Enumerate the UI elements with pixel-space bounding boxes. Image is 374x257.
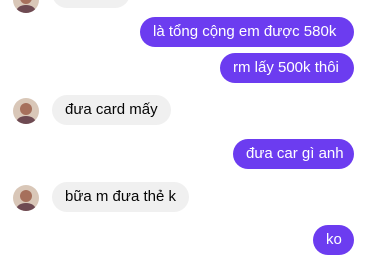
message-bubble-incoming[interactable]: bữa m đưa thẻ k xyxy=(52,182,189,212)
message-bubble-incoming[interactable]: đưa card mấy xyxy=(52,95,171,125)
message-bubble-outgoing[interactable]: rm lấy 500k thôi xyxy=(220,53,354,83)
contact-avatar[interactable] xyxy=(13,185,39,211)
contact-avatar[interactable] xyxy=(13,98,39,124)
contact-avatar[interactable] xyxy=(13,0,39,13)
message-bubble-outgoing[interactable]: là tổng cộng em được 580k xyxy=(140,17,354,47)
message-bubble-outgoing[interactable]: đưa car gì anh xyxy=(233,139,354,169)
message-bubble-incoming[interactable] xyxy=(52,0,130,8)
message-bubble-outgoing[interactable]: ko xyxy=(313,225,354,255)
